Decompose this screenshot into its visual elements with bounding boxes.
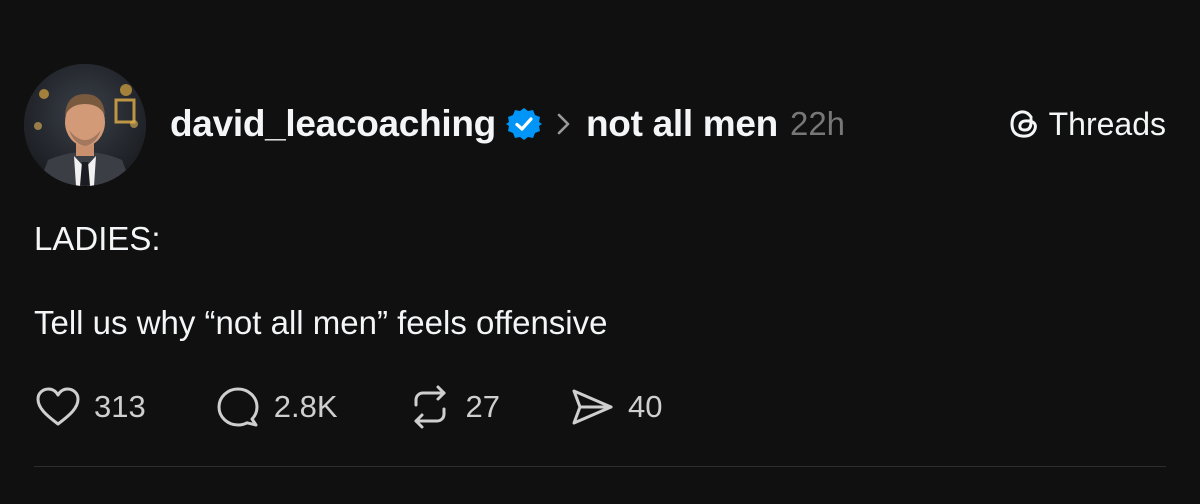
threads-logo-icon <box>1007 107 1041 141</box>
username[interactable]: david_leacoaching <box>170 103 496 145</box>
brand-label: Threads <box>1048 105 1166 142</box>
post-text-line-1: LADIES: <box>34 220 161 257</box>
like-button[interactable]: 313 <box>34 383 146 431</box>
chevron-right-icon <box>556 111 572 137</box>
share-count: 40 <box>628 389 663 424</box>
avatar[interactable] <box>24 64 146 186</box>
timestamp: 22h <box>789 105 846 142</box>
action-bar: 313 2.8K 27 40 <box>34 382 730 432</box>
threads-brand: Threads <box>1007 102 1166 146</box>
like-count: 313 <box>94 389 146 424</box>
verified-badge-icon <box>505 106 542 142</box>
post-header: david_leacoaching not all men 22h <box>170 96 845 152</box>
share-button[interactable]: 40 <box>568 383 662 431</box>
comment-icon <box>214 383 262 431</box>
repost-count: 27 <box>465 389 500 424</box>
reply-button[interactable]: 2.8K <box>214 383 338 431</box>
post-text-line-2: Tell us why “not all men” feels offensiv… <box>34 304 608 341</box>
repost-button[interactable]: 27 <box>406 383 500 431</box>
reply-count: 2.8K <box>273 389 338 424</box>
send-icon <box>568 383 616 431</box>
heart-icon <box>34 383 82 431</box>
topic-tag[interactable]: not all men <box>586 103 778 145</box>
divider <box>34 466 1166 467</box>
repost-icon <box>406 383 454 431</box>
threads-post: david_leacoaching not all men 22h Thread… <box>0 0 1200 504</box>
